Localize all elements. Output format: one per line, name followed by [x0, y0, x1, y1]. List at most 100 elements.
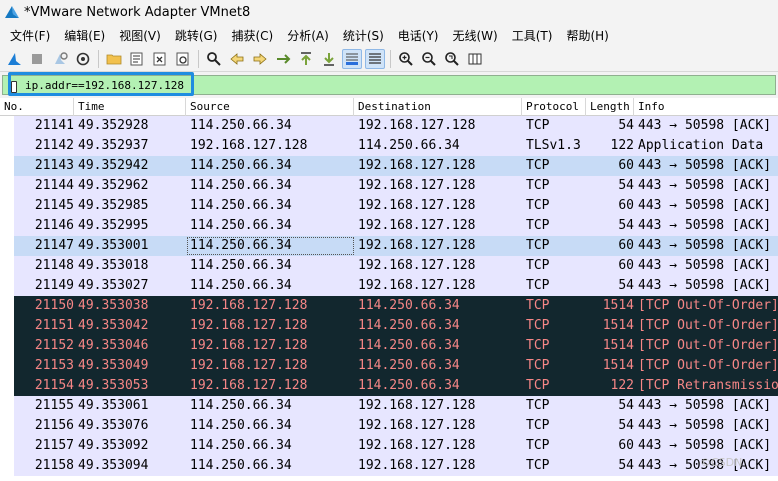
- packet-time: 49.353038: [78, 298, 149, 313]
- wireshark-app-icon: [5, 6, 19, 18]
- column-header-source[interactable]: Source: [186, 98, 354, 116]
- menu-telephony[interactable]: 电话(Y): [392, 25, 445, 46]
- packet-time: 49.353001: [78, 238, 149, 253]
- column-header-destination[interactable]: Destination: [354, 98, 522, 116]
- packet-row[interactable]: 21147 49.353001 114.250.66.34 192.168.127.1…: [0, 236, 778, 256]
- menu-tools[interactable]: 工具(T): [506, 25, 559, 46]
- menu-statistics[interactable]: 统计(S): [337, 25, 390, 46]
- row-gutter: [0, 416, 14, 436]
- packet-length: 54: [618, 418, 634, 433]
- go-last-icon[interactable]: [319, 49, 339, 69]
- packet-source: 114.250.66.34: [190, 158, 292, 173]
- packet-row[interactable]: 21141 49.352928 114.250.66.34 192.168.127.1…: [0, 116, 778, 136]
- packet-destination: 192.168.127.128: [358, 218, 476, 233]
- packet-length: 122: [610, 138, 634, 153]
- menu-help[interactable]: 帮助(H): [560, 25, 614, 46]
- packet-row[interactable]: 21154 49.353053 192.168.127.128 114.250.66.…: [0, 376, 778, 396]
- stop-icon[interactable]: [27, 49, 47, 69]
- packet-length: 122: [610, 378, 634, 393]
- packet-no: 21157: [34, 438, 74, 453]
- packet-destination: 192.168.127.128: [358, 458, 476, 473]
- resize-columns-icon[interactable]: [465, 49, 485, 69]
- column-header-length[interactable]: Length: [586, 98, 634, 116]
- open-folder-icon[interactable]: [104, 49, 124, 69]
- autoscroll-icon[interactable]: [342, 48, 362, 69]
- packet-row[interactable]: 21152 49.353046 192.168.127.128 114.250.66.…: [0, 336, 778, 356]
- packet-time: 49.353061: [78, 398, 149, 413]
- colorize-icon[interactable]: [365, 48, 385, 69]
- packet-row[interactable]: 21144 49.352962 114.250.66.34 192.168.127.1…: [0, 176, 778, 196]
- packet-info: 443 → 50598 [ACK]: [638, 118, 772, 133]
- packet-no: 21146: [34, 218, 74, 233]
- menu-analyze[interactable]: 分析(A): [281, 25, 335, 46]
- packet-row[interactable]: 21146 49.352995 114.250.66.34 192.168.127.1…: [0, 216, 778, 236]
- packet-destination: 114.250.66.34: [358, 138, 460, 153]
- packet-destination: 192.168.127.128: [358, 178, 476, 193]
- menu-edit[interactable]: 编辑(E): [58, 25, 111, 46]
- go-forward-icon[interactable]: [250, 49, 270, 69]
- packet-row[interactable]: 21148 49.353018 114.250.66.34 192.168.127.1…: [0, 256, 778, 276]
- menu-capture[interactable]: 捕获(C): [225, 25, 279, 46]
- packet-protocol: TCP: [526, 278, 550, 293]
- packet-time: 49.353027: [78, 278, 149, 293]
- reload-icon[interactable]: [173, 49, 193, 69]
- packet-no: 21154: [34, 378, 74, 393]
- packet-length: 1514: [602, 338, 634, 353]
- packet-no: 21155: [34, 398, 74, 413]
- packet-row[interactable]: 21155 49.353061 114.250.66.34 192.168.127.1…: [0, 396, 778, 416]
- column-header-no[interactable]: No.: [0, 98, 74, 116]
- packet-row[interactable]: 21153 49.353049 192.168.127.128 114.250.66.…: [0, 356, 778, 376]
- packet-destination: 192.168.127.128: [358, 278, 476, 293]
- row-gutter: [0, 256, 14, 276]
- go-first-icon[interactable]: [296, 49, 316, 69]
- packet-time: 49.352995: [78, 218, 149, 233]
- packet-no: 21144: [34, 178, 74, 193]
- packet-length: 60: [618, 438, 634, 453]
- packet-length: 60: [618, 238, 634, 253]
- menu-wireless[interactable]: 无线(W): [447, 25, 504, 46]
- column-header-protocol[interactable]: Protocol: [522, 98, 586, 116]
- packet-row[interactable]: 21149 49.353027 114.250.66.34 192.168.127.1…: [0, 276, 778, 296]
- menu-go[interactable]: 跳转(G): [169, 25, 224, 46]
- packet-source: 114.250.66.34: [190, 418, 292, 433]
- shark-fin-start-icon[interactable]: [4, 49, 24, 69]
- packet-no: 21145: [34, 198, 74, 213]
- packet-protocol: TCP: [526, 418, 550, 433]
- packet-protocol: TCP: [526, 238, 550, 253]
- menu-view[interactable]: 视图(V): [113, 25, 167, 46]
- column-header-time[interactable]: Time: [74, 98, 186, 116]
- zoom-in-icon[interactable]: [396, 49, 416, 69]
- packet-row[interactable]: 21151 49.353042 192.168.127.128 114.250.66.…: [0, 316, 778, 336]
- column-header-info[interactable]: Info: [634, 98, 778, 116]
- packet-row[interactable]: 21158 49.353094 114.250.66.34 192.168.127.1…: [0, 456, 778, 476]
- packet-protocol: TCP: [526, 318, 550, 333]
- restart-icon[interactable]: [50, 49, 70, 69]
- packet-no: 21153: [34, 358, 74, 373]
- row-gutter: [0, 296, 14, 316]
- close-file-icon[interactable]: [150, 49, 170, 69]
- packet-info: [TCP Out-Of-Order]: [638, 338, 778, 353]
- packet-row[interactable]: 21150 49.353038 192.168.127.128 114.250.66.…: [0, 296, 778, 316]
- packet-row[interactable]: 21143 49.352942 114.250.66.34 192.168.127.1…: [0, 156, 778, 176]
- main-toolbar: [0, 46, 778, 72]
- packet-row[interactable]: 21142 49.352937 192.168.127.128 114.250.66.…: [0, 136, 778, 156]
- menu-bar: 文件(F) 编辑(E) 视图(V) 跳转(G) 捕获(C) 分析(A) 统计(S…: [0, 24, 778, 46]
- packet-row[interactable]: 21157 49.353092 114.250.66.34 192.168.127.1…: [0, 436, 778, 456]
- packet-destination: 114.250.66.34: [358, 318, 460, 333]
- save-file-icon[interactable]: [127, 49, 147, 69]
- packet-row[interactable]: 21156 49.353076 114.250.66.34 192.168.127.1…: [0, 416, 778, 436]
- go-to-packet-icon[interactable]: [273, 49, 293, 69]
- options-gear-icon[interactable]: [73, 49, 93, 69]
- row-gutter: [0, 356, 14, 376]
- find-packet-icon[interactable]: [204, 49, 224, 69]
- menu-file[interactable]: 文件(F): [4, 25, 56, 46]
- packet-protocol: TCP: [526, 298, 550, 313]
- row-gutter: [0, 236, 14, 256]
- go-back-icon[interactable]: [227, 49, 247, 69]
- zoom-out-icon[interactable]: [419, 49, 439, 69]
- packet-row[interactable]: 21145 49.352985 114.250.66.34 192.168.127.1…: [0, 196, 778, 216]
- zoom-normal-icon[interactable]: [442, 49, 462, 69]
- packet-list[interactable]: No. Time Source Destination Protocol Len…: [0, 98, 778, 481]
- packet-time: 49.353018: [78, 258, 149, 273]
- packet-no: 21147: [34, 238, 74, 253]
